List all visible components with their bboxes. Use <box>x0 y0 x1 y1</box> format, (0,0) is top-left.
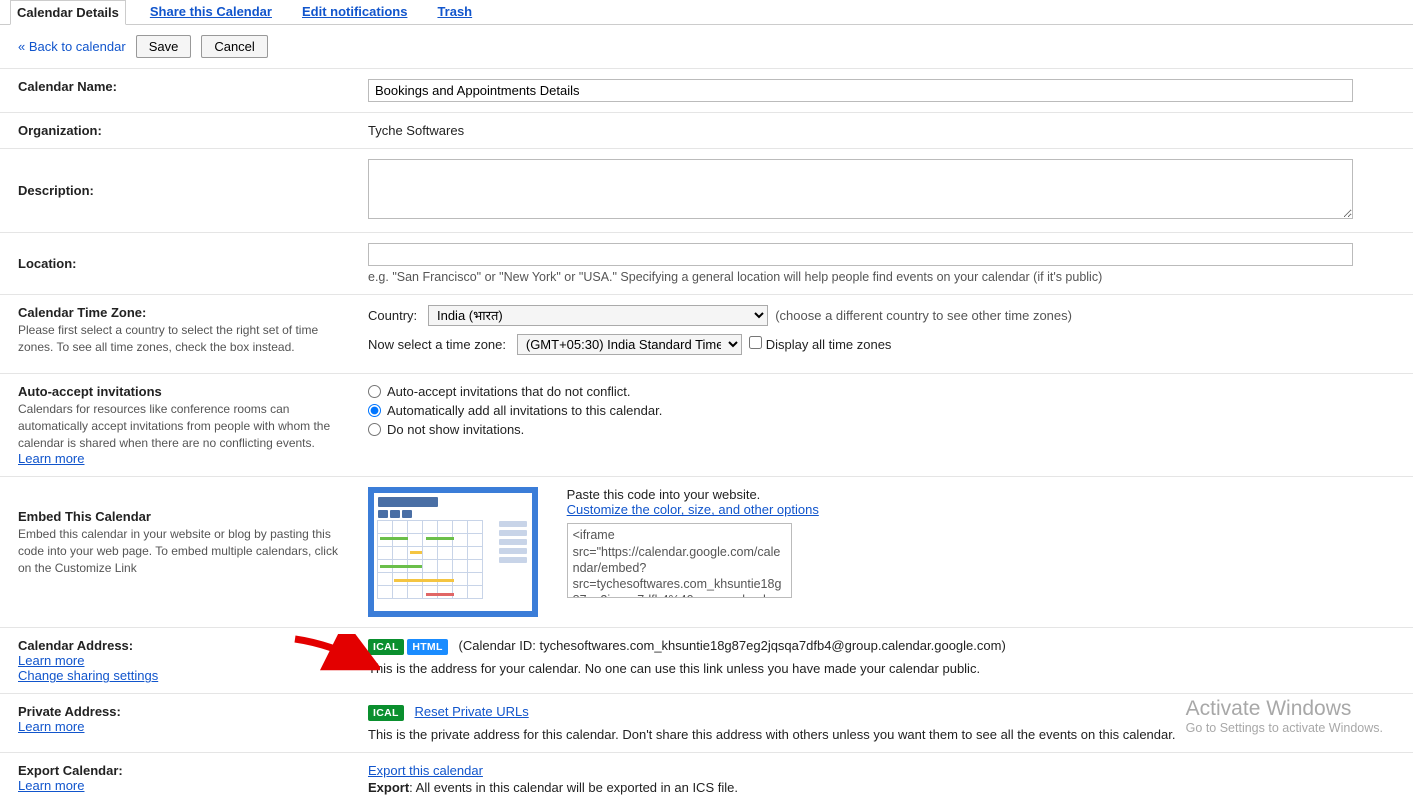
timezone-select[interactable]: (GMT+05:30) India Standard Time <box>517 334 742 355</box>
auto-accept-opt1-label: Auto-accept invitations that do not conf… <box>387 384 631 399</box>
address-ical-badge[interactable]: ICAL <box>368 639 404 655</box>
embed-code-textarea[interactable]: <iframe src="https://calendar.google.com… <box>567 523 792 598</box>
auto-accept-opt3-label: Do not show invitations. <box>387 422 524 437</box>
country-hint: (choose a different country to see other… <box>775 308 1072 323</box>
label-organization: Organization: <box>18 123 348 138</box>
save-button[interactable]: Save <box>136 35 192 58</box>
toolbar: « Back to calendar Save Cancel <box>0 25 1413 68</box>
country-select[interactable]: India (भारत) <box>428 305 768 326</box>
embed-preview-icon <box>368 487 538 617</box>
auto-accept-opt3-radio[interactable] <box>368 423 381 436</box>
tab-calendar-details[interactable]: Calendar Details <box>10 0 126 25</box>
cancel-button[interactable]: Cancel <box>201 35 267 58</box>
section-calendar-name: Calendar Name: <box>0 68 1413 112</box>
section-organization: Organization: Tyche Softwares <box>0 112 1413 148</box>
display-all-tz-label: Display all time zones <box>766 337 892 352</box>
auto-accept-learn-more[interactable]: Learn more <box>18 451 84 466</box>
tab-trash[interactable]: Trash <box>431 0 478 24</box>
label-export: Export Calendar: <box>18 763 348 778</box>
section-location: Location: e.g. "San Francisco" or "New Y… <box>0 232 1413 294</box>
label-description: Description: <box>18 183 94 198</box>
change-sharing-link[interactable]: Change sharing settings <box>18 668 158 683</box>
settings-tabs: Calendar Details Share this Calendar Edi… <box>0 0 1413 25</box>
reset-private-urls-link[interactable]: Reset Private URLs <box>415 704 529 719</box>
private-learn-more[interactable]: Learn more <box>18 719 84 734</box>
export-desc: : All events in this calendar will be ex… <box>409 780 738 795</box>
auto-accept-opt2-radio[interactable] <box>368 404 381 417</box>
embed-desc: Embed this calendar in your website or b… <box>18 526 348 576</box>
embed-paste-text: Paste this code into your website. <box>567 487 819 502</box>
organization-value: Tyche Softwares <box>368 123 464 138</box>
export-learn-more[interactable]: Learn more <box>18 778 84 793</box>
address-desc: This is the address for your calendar. N… <box>368 661 1395 676</box>
timezone-desc: Please first select a country to select … <box>18 322 348 356</box>
auto-accept-desc: Calendars for resources like conference … <box>18 401 348 451</box>
private-desc: This is the private address for this cal… <box>368 727 1395 742</box>
section-export: Export Calendar: Learn more Export this … <box>0 752 1413 805</box>
label-auto-accept: Auto-accept invitations <box>18 384 348 399</box>
back-to-calendar-link[interactable]: « Back to calendar <box>18 39 126 54</box>
label-embed: Embed This Calendar <box>18 509 348 524</box>
tz-label: Now select a time zone: <box>368 337 506 352</box>
address-html-badge[interactable]: HTML <box>407 639 447 655</box>
location-input[interactable] <box>368 243 1353 266</box>
label-location: Location: <box>18 256 77 271</box>
calendar-name-input[interactable] <box>368 79 1353 102</box>
tab-share-calendar[interactable]: Share this Calendar <box>144 0 278 24</box>
label-timezone: Calendar Time Zone: <box>18 305 348 320</box>
label-private-address: Private Address: <box>18 704 348 719</box>
display-all-tz-checkbox[interactable] <box>749 336 762 349</box>
section-private-address: Private Address: Learn more ICAL Reset P… <box>0 693 1413 752</box>
tab-edit-notifications[interactable]: Edit notifications <box>296 0 413 24</box>
embed-customize-link[interactable]: Customize the color, size, and other opt… <box>567 502 819 517</box>
section-description: Description: <box>0 148 1413 232</box>
auto-accept-opt1-radio[interactable] <box>368 385 381 398</box>
export-desc-prefix: Export <box>368 780 409 795</box>
label-calendar-name: Calendar Name: <box>18 79 348 94</box>
auto-accept-opt2-label: Automatically add all invitations to thi… <box>387 403 662 418</box>
section-calendar-address: Calendar Address: Learn more Change shar… <box>0 627 1413 693</box>
address-learn-more[interactable]: Learn more <box>18 653 84 668</box>
country-label: Country: <box>368 308 417 323</box>
section-embed: Embed This Calendar Embed this calendar … <box>0 476 1413 627</box>
section-auto-accept: Auto-accept invitations Calendars for re… <box>0 373 1413 476</box>
description-textarea[interactable] <box>368 159 1353 219</box>
private-ical-badge[interactable]: ICAL <box>368 705 404 721</box>
export-calendar-link[interactable]: Export this calendar <box>368 763 483 778</box>
section-timezone: Calendar Time Zone: Please first select … <box>0 294 1413 373</box>
location-helper: e.g. "San Francisco" or "New York" or "U… <box>368 270 1395 284</box>
calendar-id-text: (Calendar ID: tychesoftwares.com_khsunti… <box>459 638 1006 653</box>
label-calendar-address: Calendar Address: <box>18 638 348 653</box>
